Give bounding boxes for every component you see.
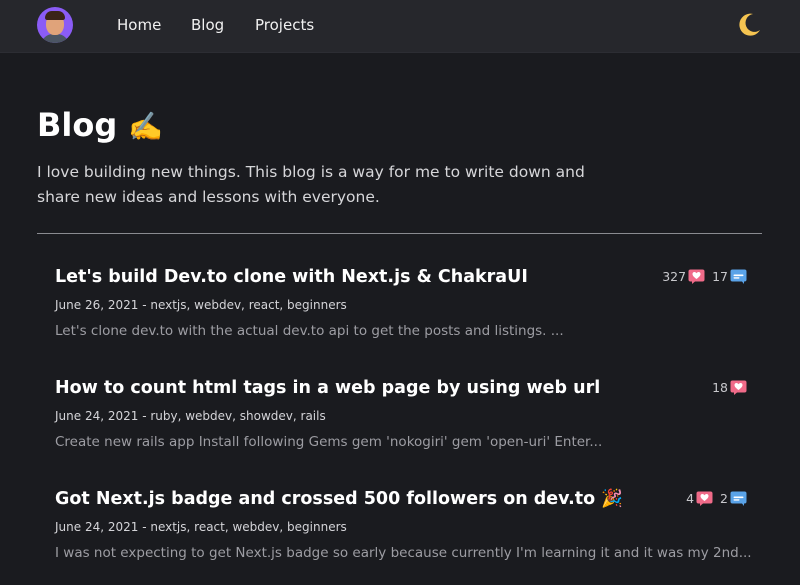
- heart-icon: [730, 380, 747, 395]
- avatar[interactable]: [37, 7, 73, 43]
- comments-count: 2: [720, 491, 728, 506]
- comments-count: 17: [712, 269, 728, 284]
- heart-icon: [688, 269, 705, 284]
- post-stats: 4 2: [686, 491, 747, 506]
- post-meta: June 24, 2021 - nextjs, react, webdev, b…: [55, 520, 347, 534]
- post-excerpt: Let's clone dev.to with the actual dev.t…: [55, 323, 564, 339]
- post-excerpt: Create new rails app Install following G…: [55, 434, 603, 450]
- top-nav-bar: Home Blog Projects: [0, 0, 800, 53]
- heart-icon: [696, 491, 713, 506]
- nav-link-blog[interactable]: Blog: [191, 16, 224, 34]
- page-title: Blog ✍️: [37, 106, 163, 144]
- post-stats: 18: [712, 380, 747, 395]
- post-card[interactable]: Got Next.js badge and crossed 500 follow…: [55, 489, 765, 579]
- divider: [37, 233, 762, 234]
- post-stats: 327 17: [662, 269, 747, 284]
- comment-icon: [730, 491, 747, 506]
- reactions-count: 18: [712, 380, 728, 395]
- post-meta: June 24, 2021 - ruby, webdev, showdev, r…: [55, 409, 326, 423]
- nav-link-projects[interactable]: Projects: [255, 16, 314, 34]
- post-title[interactable]: Let's build Dev.to clone with Next.js & …: [55, 267, 528, 287]
- comment-icon: [730, 269, 747, 284]
- writing-hand-icon: ✍️: [128, 110, 164, 143]
- page-description: I love building new things. This blog is…: [37, 163, 585, 206]
- moon-icon[interactable]: [735, 11, 763, 39]
- post-excerpt: I was not expecting to get Next.js badge…: [55, 545, 752, 561]
- post-card[interactable]: Let's build Dev.to clone with Next.js & …: [55, 267, 765, 357]
- reactions-count: 4: [686, 491, 695, 506]
- post-title[interactable]: Got Next.js badge and crossed 500 follow…: [55, 489, 623, 509]
- reactions-count: 327: [662, 269, 687, 284]
- post-title[interactable]: How to count html tags in a web page by …: [55, 378, 600, 398]
- post-meta: June 26, 2021 - nextjs, webdev, react, b…: [55, 298, 347, 312]
- avatar-hair: [45, 11, 65, 20]
- post-card[interactable]: How to count html tags in a web page by …: [55, 378, 765, 468]
- page-title-text: Blog: [37, 106, 118, 144]
- nav-link-home[interactable]: Home: [117, 16, 161, 34]
- avatar-shirt: [41, 34, 69, 43]
